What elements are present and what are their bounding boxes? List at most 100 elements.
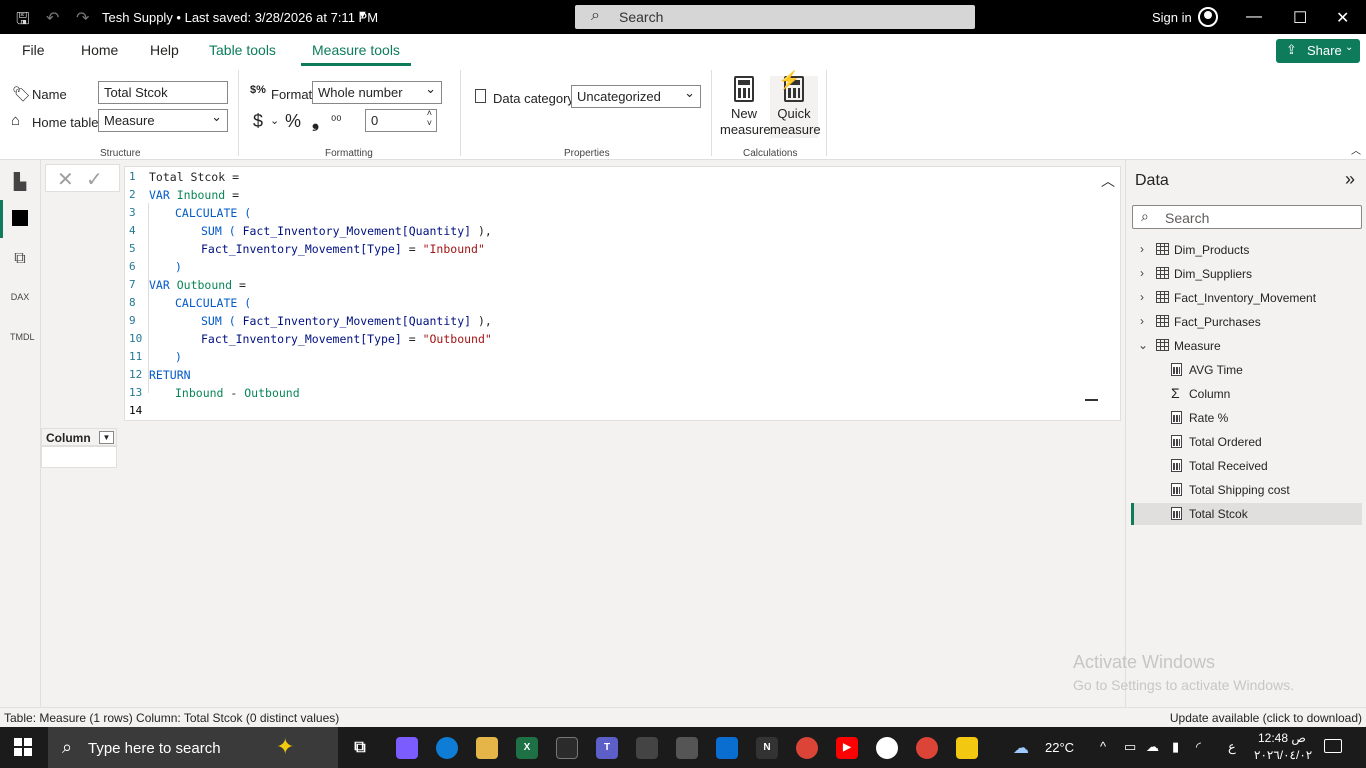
home-table-select[interactable]: Measure <box>98 109 228 132</box>
teams-app-icon[interactable]: T <box>596 737 618 759</box>
cancel-icon[interactable]: ✕ <box>57 167 74 192</box>
save-icon[interactable]: 🖫 <box>16 8 30 35</box>
chevron-up-icon[interactable]: ^ <box>1100 739 1106 754</box>
chevron-down-icon[interactable]: ⌄ <box>270 114 279 127</box>
wifi-icon[interactable]: ◜ <box>1196 739 1201 755</box>
share-label: Share <box>1307 43 1342 58</box>
line-number: 6 <box>129 260 136 273</box>
tab-measure-tools[interactable]: Measure tools <box>301 42 411 66</box>
filter-dropdown-icon[interactable]: ▼ <box>99 431 114 444</box>
decimal-places-value: 0 <box>371 113 379 128</box>
task-view-icon[interactable]: ⧉ <box>349 737 371 759</box>
tree-measure-total-shipping-cost[interactable]: Total Shipping cost <box>1131 479 1362 501</box>
data-category-select[interactable]: Uncategorized <box>571 85 701 108</box>
app-icon[interactable] <box>636 737 658 759</box>
close-icon[interactable]: ✕ <box>1336 8 1349 28</box>
new-measure-button[interactable]: New measure <box>720 76 771 138</box>
format-label: Format <box>271 87 313 102</box>
collapse-ribbon-icon[interactable]: ︿ <box>1351 142 1361 157</box>
language-indicator[interactable]: ع <box>1228 739 1236 755</box>
chevron-down-icon[interactable]: ⌄ <box>1138 338 1148 352</box>
commit-icon[interactable]: ✓ <box>86 167 103 192</box>
view-rail: ▙ ⧉ DAX TMDL <box>0 160 41 707</box>
formula-commit-bar: ✕ ✓ <box>45 164 120 192</box>
github-app-icon[interactable] <box>876 737 898 759</box>
battery-icon[interactable]: ▮ <box>1172 739 1179 755</box>
update-available-link[interactable]: Update available (click to download) <box>1170 711 1362 725</box>
windows-start-icon[interactable] <box>14 738 32 756</box>
comma-button[interactable]: ❟ <box>312 111 319 132</box>
tree-measure-avg-time[interactable]: AVG Time <box>1131 359 1362 381</box>
taskbar-search-box[interactable]: ⌕ Type here to search ✦ <box>48 727 338 768</box>
tab-home[interactable]: Home <box>81 42 118 58</box>
notification-icon[interactable] <box>1324 739 1342 753</box>
tree-measure-total-received[interactable]: Total Received <box>1131 455 1362 477</box>
tree-column-column[interactable]: Σ Column <box>1131 383 1362 405</box>
line-number: 3 <box>129 206 136 219</box>
chevron-right-icon[interactable]: › <box>1140 314 1144 328</box>
app-icon[interactable] <box>676 737 698 759</box>
tmdl-view-icon[interactable]: TMDL <box>10 332 35 352</box>
currency-button[interactable]: $ <box>253 111 263 132</box>
chevron-down-icon[interactable]: ▼ <box>357 9 368 21</box>
chrome-app-icon[interactable] <box>916 737 938 759</box>
excel-app-icon[interactable]: X <box>516 737 538 759</box>
device-icon[interactable]: ▭ <box>1124 739 1136 755</box>
tree-label: AVG Time <box>1189 363 1243 377</box>
collapse-editor-icon[interactable]: ︿ <box>1101 171 1115 191</box>
format-select[interactable]: Whole number <box>312 81 442 104</box>
formula-editor[interactable]: 1 2 3 4 5 6 7 8 9 10 11 12 13 14 Total S… <box>124 166 1121 421</box>
clock-date[interactable]: ٢٠٢٦/٠٤/٠٢ <box>1254 748 1312 762</box>
tab-help[interactable]: Help <box>150 42 179 58</box>
tree-measure-rate[interactable]: Rate % <box>1131 407 1362 429</box>
tab-file[interactable]: File <box>22 42 45 58</box>
decimal-places-stepper[interactable]: 0 ˄ ˅ <box>365 108 437 132</box>
user-icon[interactable] <box>1198 7 1218 27</box>
sign-in-link[interactable]: Sign in <box>1152 10 1192 25</box>
chevron-right-icon[interactable]: › <box>1140 242 1144 256</box>
quick-measure-button[interactable]: ⚡ Quick measure <box>770 71 821 138</box>
data-pane: Data » ⌕ Search › Dim_Products › Dim_Sup… <box>1125 160 1366 707</box>
name-input[interactable]: Total Stcok <box>98 81 228 104</box>
table-view-icon[interactable] <box>12 210 28 226</box>
chrome-app-icon[interactable] <box>796 737 818 759</box>
tree-table-dim-products[interactable]: › Dim_Products <box>1131 239 1362 261</box>
edge-app-icon[interactable] <box>436 737 458 759</box>
file-explorer-icon[interactable] <box>476 737 498 759</box>
grid-cell[interactable] <box>41 446 117 468</box>
maximize-icon[interactable]: ☐ <box>1293 8 1307 28</box>
model-view-icon[interactable]: ⧉ <box>10 250 30 270</box>
power-bi-app-icon[interactable] <box>956 737 978 759</box>
report-view-icon[interactable]: ▙ <box>10 172 30 192</box>
copilot-app-icon[interactable] <box>396 737 418 759</box>
clock-time[interactable]: 12:48 ص <box>1258 731 1306 745</box>
undo-icon[interactable]: ↶ <box>46 8 59 28</box>
store-app-icon[interactable] <box>556 737 578 759</box>
stepper-arrows-icon[interactable]: ˄ ˅ <box>427 108 432 128</box>
minimize-icon[interactable]: — <box>1246 8 1262 26</box>
onedrive-icon[interactable]: ☁ <box>1146 739 1159 755</box>
dax-query-view-icon[interactable]: DAX <box>10 292 30 312</box>
tree-table-fact-inventory-movement[interactable]: › Fact_Inventory_Movement <box>1131 287 1362 309</box>
column-header[interactable]: Column ▼ <box>41 428 117 446</box>
tree-table-measure[interactable]: ⌄ Measure <box>1131 335 1362 357</box>
weather-icon[interactable]: ☁ <box>1013 738 1029 758</box>
app-icon[interactable]: N <box>756 737 778 759</box>
share-button[interactable]: ⇪ Share ⌄ <box>1276 39 1360 63</box>
data-pane-title: Data <box>1135 172 1169 189</box>
data-search-input[interactable]: ⌕ Search <box>1132 205 1362 229</box>
percent-button[interactable]: % <box>285 111 301 132</box>
tree-measure-total-ordered[interactable]: Total Ordered <box>1131 431 1362 453</box>
youtube-app-icon[interactable]: ▶ <box>836 737 858 759</box>
chevron-right-icon[interactable]: › <box>1140 290 1144 304</box>
data-grid: Column ▼ <box>41 428 117 468</box>
tree-table-fact-purchases[interactable]: › Fact_Purchases <box>1131 311 1362 333</box>
tree-table-dim-suppliers[interactable]: › Dim_Suppliers <box>1131 263 1362 285</box>
redo-icon[interactable]: ↷ <box>76 8 89 28</box>
tab-table-tools[interactable]: Table tools <box>209 42 276 58</box>
title-search-box[interactable]: ⌕ Search <box>575 5 975 29</box>
tree-measure-total-stcok[interactable]: Total Stcok <box>1131 503 1362 525</box>
collapse-pane-icon[interactable]: » <box>1345 169 1355 190</box>
app-icon[interactable] <box>716 737 738 759</box>
chevron-right-icon[interactable]: › <box>1140 266 1144 280</box>
